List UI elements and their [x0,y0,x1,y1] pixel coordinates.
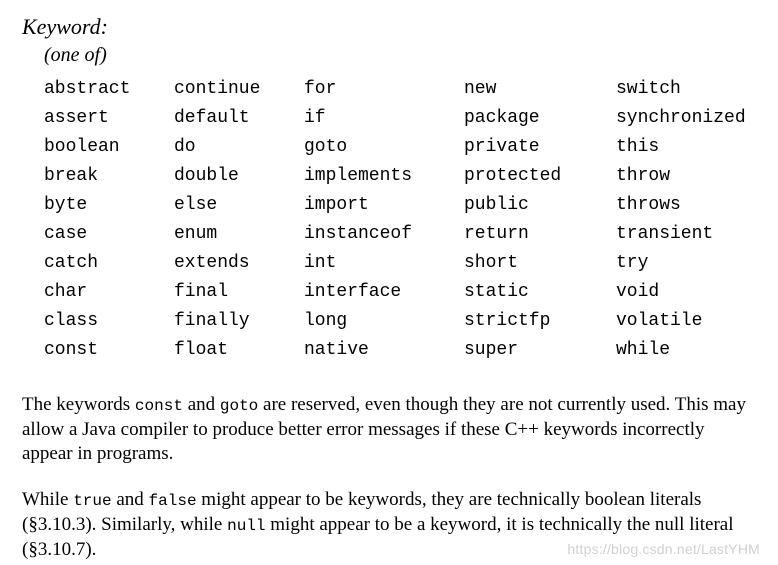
inline-code: true [73,492,111,510]
keyword-cell: instanceof [304,220,464,249]
keyword-row: catch extends int short try [44,249,758,278]
keyword-row: boolean do goto private this [44,133,758,162]
heading-keyword: Keyword: [22,14,758,40]
keyword-cell: continue [174,75,304,104]
keyword-cell: short [464,249,616,278]
paragraph-reserved-keywords: The keywords const and goto are reserved… [22,393,758,466]
inline-code: goto [220,397,258,415]
keyword-cell: return [464,220,616,249]
para-text: The keywords [22,394,135,415]
keyword-cell: final [174,278,304,307]
keyword-cell: float [174,336,304,365]
keyword-cell: interface [304,278,464,307]
keyword-table: abstract continue for new switch assert … [44,75,758,365]
inline-code: const [135,397,183,415]
keyword-cell: class [44,307,174,336]
heading-subtitle: (one of) [44,44,758,67]
keyword-cell: implements [304,162,464,191]
keyword-cell: if [304,104,464,133]
keyword-cell: extends [174,249,304,278]
keyword-cell: volatile [616,307,702,336]
keyword-cell: static [464,278,616,307]
keyword-row: const float native super while [44,336,758,365]
keyword-row: break double implements protected throw [44,162,758,191]
keyword-cell: const [44,336,174,365]
keyword-cell: long [304,307,464,336]
watermark-text: https://blog.csdn.net/LastYHM [567,541,760,557]
keyword-cell: int [304,249,464,278]
keyword-cell: protected [464,162,616,191]
keyword-cell: native [304,336,464,365]
keyword-cell: default [174,104,304,133]
keyword-cell: public [464,191,616,220]
keyword-cell: char [44,278,174,307]
para-text: While [22,489,73,510]
keyword-cell: throws [616,191,681,220]
keyword-row: abstract continue for new switch [44,75,758,104]
keyword-row: assert default if package synchronized [44,104,758,133]
keyword-cell: new [464,75,616,104]
keyword-cell: assert [44,104,174,133]
keyword-cell: import [304,191,464,220]
keyword-cell: else [174,191,304,220]
keyword-cell: transient [616,220,713,249]
para-text: and [112,489,149,510]
keyword-cell: switch [616,75,681,104]
keyword-row: byte else import public throws [44,191,758,220]
keyword-cell: void [616,278,659,307]
keyword-cell: finally [174,307,304,336]
keyword-row: case enum instanceof return transient [44,220,758,249]
keyword-cell: goto [304,133,464,162]
keyword-row: class finally long strictfp volatile [44,307,758,336]
inline-code: false [149,492,197,510]
keyword-cell: package [464,104,616,133]
keyword-cell: private [464,133,616,162]
keyword-cell: break [44,162,174,191]
para-text: and [183,394,220,415]
keyword-row: char final interface static void [44,278,758,307]
keyword-cell: abstract [44,75,174,104]
keyword-cell: synchronized [616,104,746,133]
keyword-cell: do [174,133,304,162]
keyword-cell: this [616,133,659,162]
keyword-cell: enum [174,220,304,249]
keyword-cell: for [304,75,464,104]
keyword-cell: super [464,336,616,365]
keyword-cell: while [616,336,670,365]
keyword-cell: strictfp [464,307,616,336]
keyword-cell: throw [616,162,670,191]
keyword-cell: try [616,249,648,278]
inline-code: null [227,517,265,535]
keyword-cell: case [44,220,174,249]
keyword-cell: byte [44,191,174,220]
keyword-cell: boolean [44,133,174,162]
keyword-cell: double [174,162,304,191]
keyword-cell: catch [44,249,174,278]
